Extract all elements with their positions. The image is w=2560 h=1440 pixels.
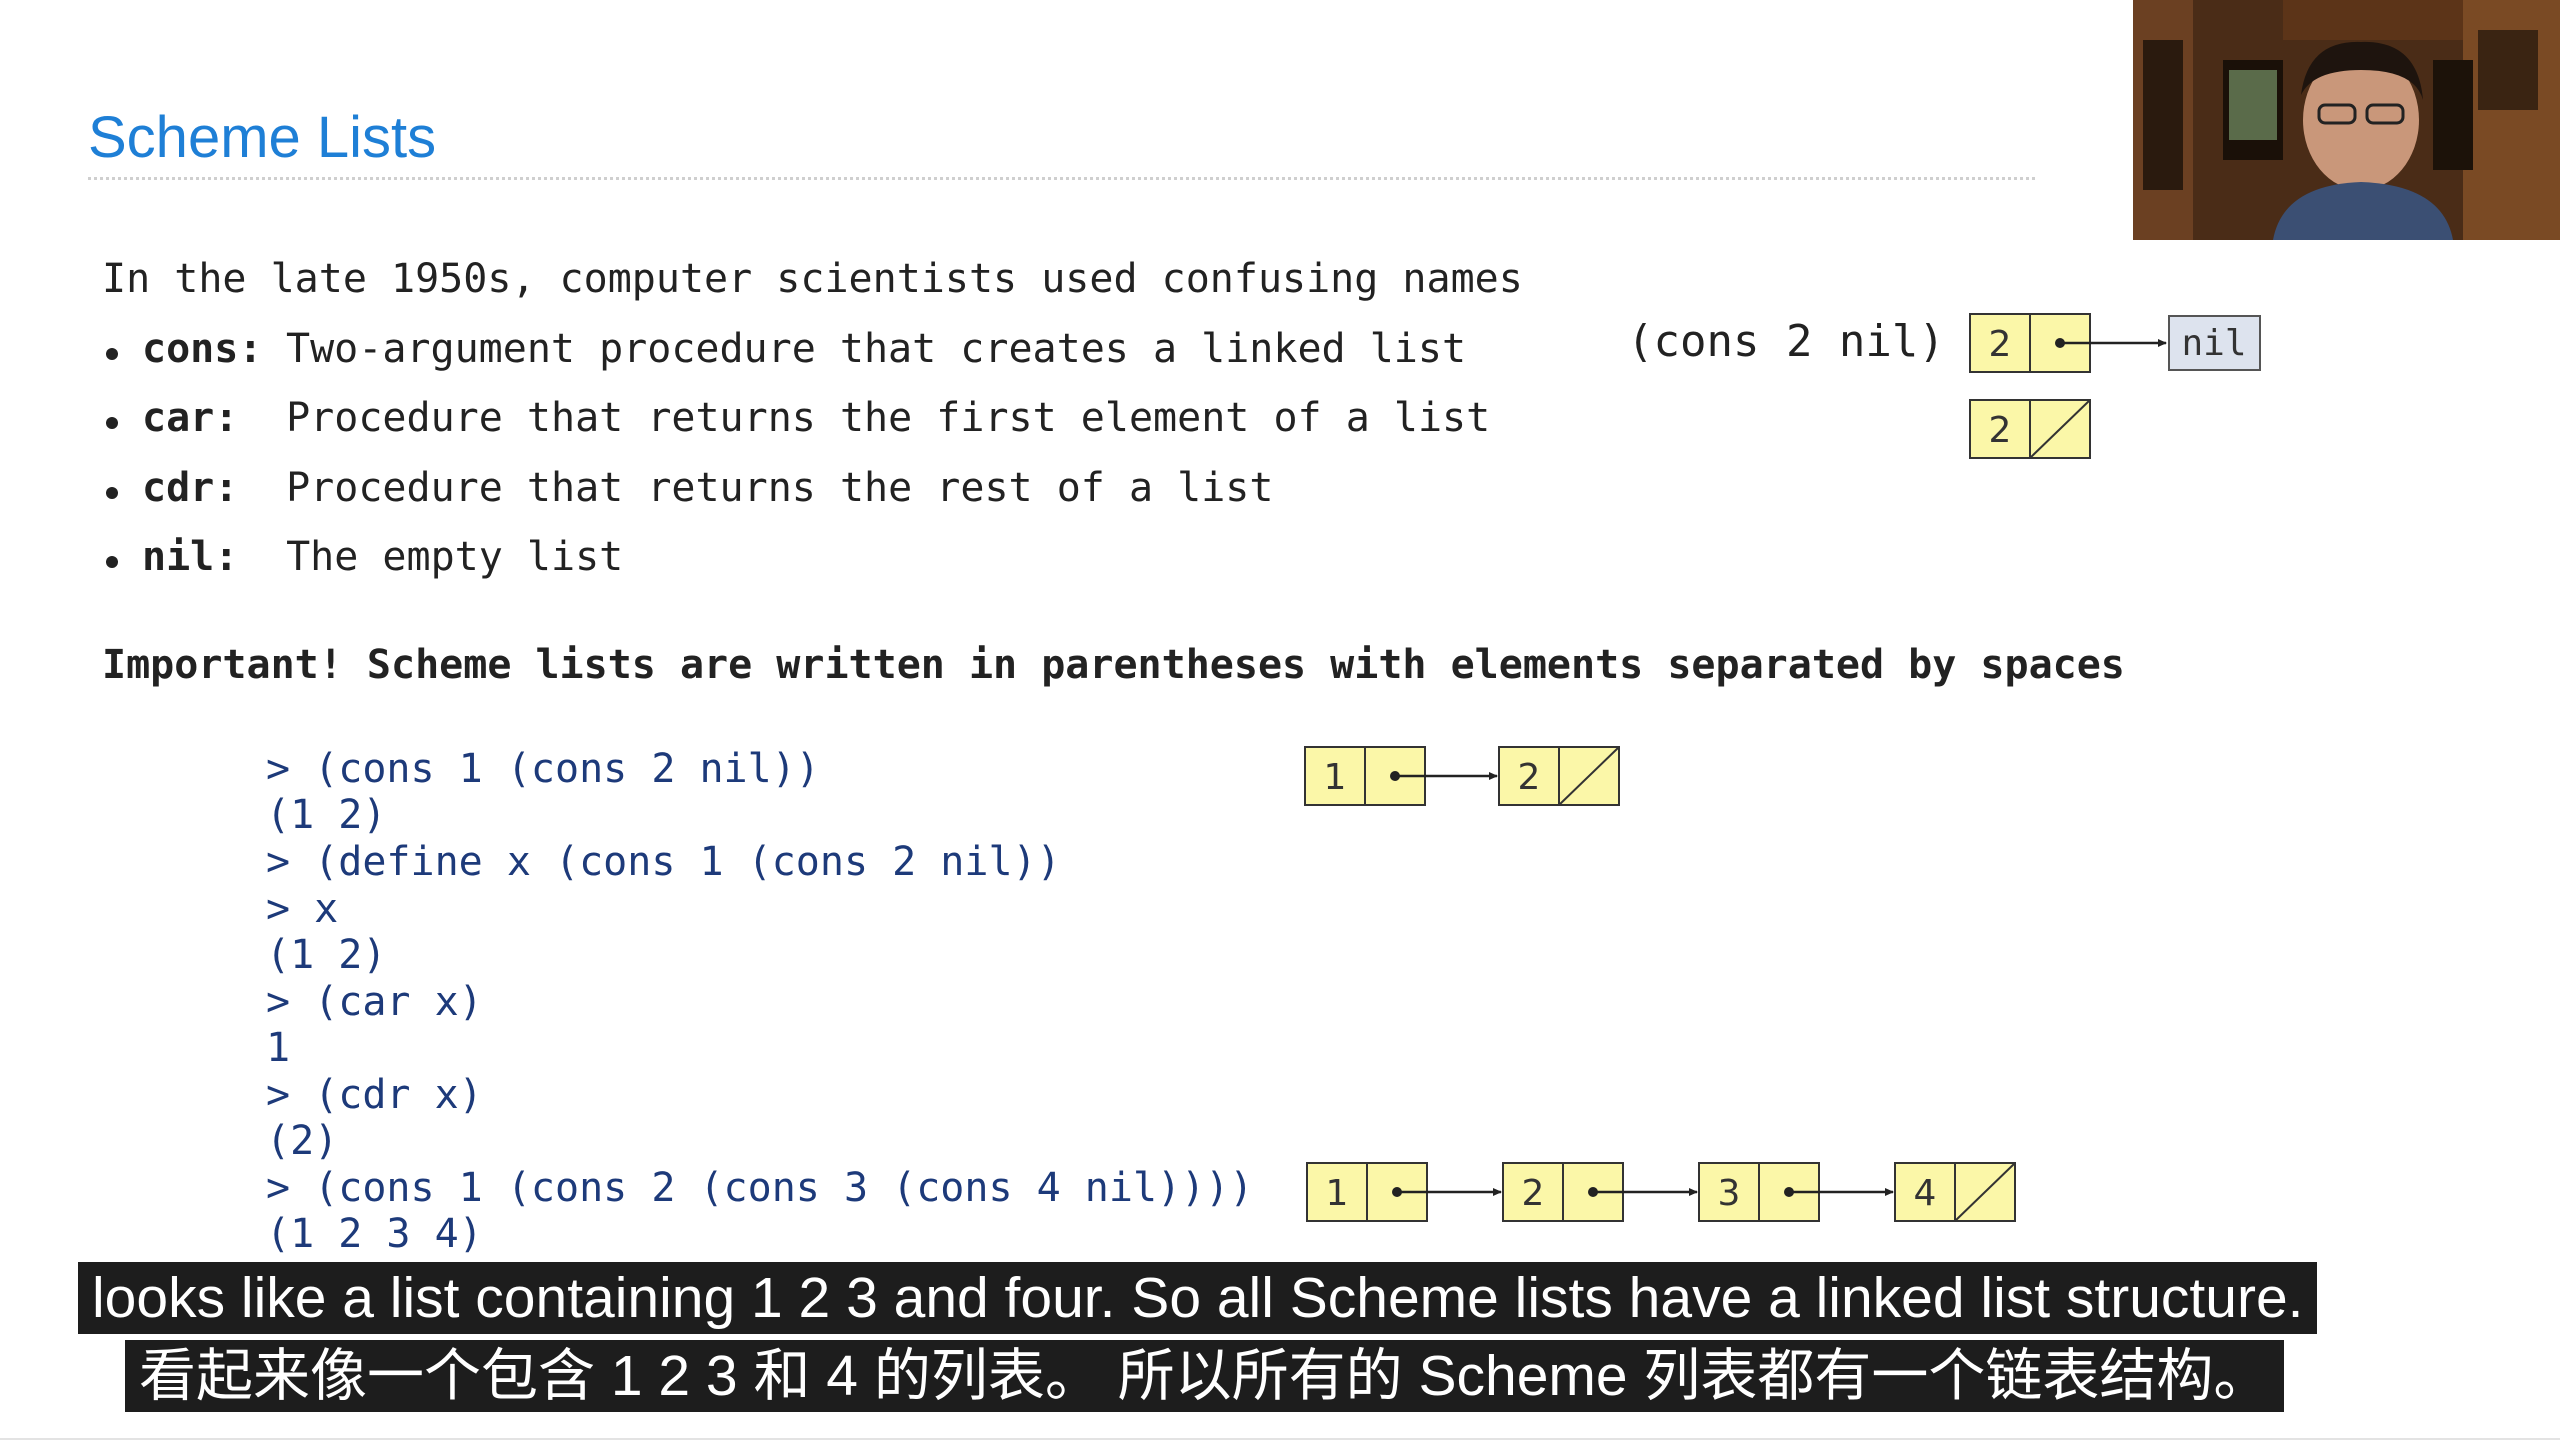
pair-car-value: 3 <box>1718 1173 1741 1214</box>
subtitle-chinese: 看起来像一个包含 1 2 3 和 4 的列表。 所以所有的 Scheme 列表都… <box>125 1340 2285 1412</box>
webcam-image <box>2133 0 2560 240</box>
presenter-webcam <box>2133 0 2560 240</box>
lecture-slide: Scheme Lists In the late 1950s, computer… <box>0 0 2560 1440</box>
pair-car-value: 1 <box>1326 1173 1349 1214</box>
pair-car-value: 4 <box>1914 1173 1937 1214</box>
pair-car-value: 2 <box>1989 410 2012 451</box>
pair-car-value: 2 <box>1989 324 2012 365</box>
pair-car-value: 1 <box>1324 757 1347 798</box>
nil-label: nil <box>2181 323 2246 364</box>
subtitle-english: looks like a list containing 1 2 3 and f… <box>78 1262 2318 1334</box>
pair-car-value: 2 <box>1522 1173 1545 1214</box>
pair-car-value: 2 <box>1518 757 1541 798</box>
